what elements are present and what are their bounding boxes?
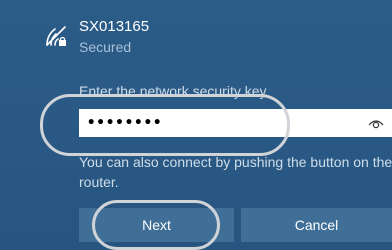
security-status: Secured xyxy=(79,39,132,55)
next-button[interactable]: Next xyxy=(79,208,234,242)
security-key-prompt: Enter the network security key xyxy=(79,83,267,99)
cancel-button[interactable]: Cancel xyxy=(241,208,392,242)
eye-icon[interactable] xyxy=(368,115,384,131)
wps-help-text: You can also connect by pushing the butt… xyxy=(79,154,392,190)
security-key-input[interactable] xyxy=(79,109,392,137)
network-ssid: SX013165 xyxy=(79,18,150,35)
wifi-connect-panel: SX013165 Secured Enter the network secur… xyxy=(0,0,392,250)
wifi-secured-icon xyxy=(44,24,68,48)
